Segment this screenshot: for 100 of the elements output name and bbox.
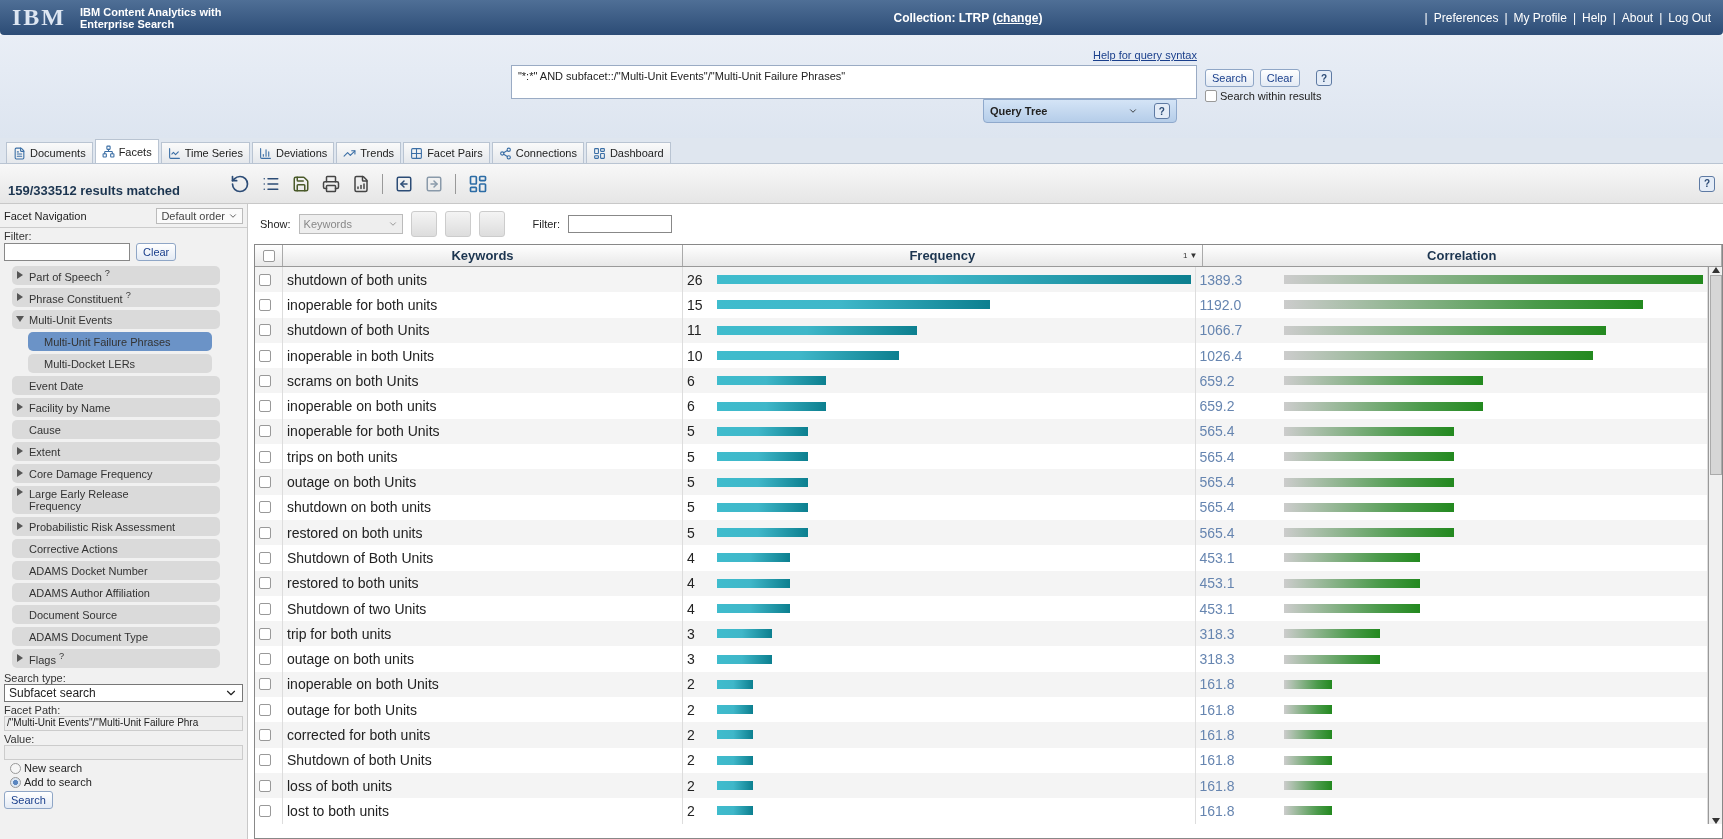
checkbox[interactable] <box>1204 90 1217 102</box>
help-link[interactable]: Help for query syntax <box>1093 49 1197 61</box>
query-tree-panel[interactable]: Query Tree ? <box>982 99 1177 123</box>
frequency-value: 2 <box>687 701 696 718</box>
tab[interactable]: Connections <box>491 142 584 163</box>
correlation-bar <box>1283 705 1333 715</box>
header-link[interactable]: My Profile <box>1513 10 1567 25</box>
facet-item[interactable]: Part of Speech $^{?}$ <box>12 266 220 285</box>
checkbox[interactable] <box>259 804 271 817</box>
header-link[interactable]: Log Out <box>1668 10 1711 25</box>
checkbox[interactable] <box>259 324 271 337</box>
tab[interactable]: Facets <box>94 139 159 163</box>
checkbox[interactable] <box>259 476 271 488</box>
value-field[interactable] <box>4 745 243 760</box>
save-icon[interactable] <box>292 174 310 193</box>
filter-field[interactable] <box>568 215 673 233</box>
checkbox[interactable] <box>259 450 271 463</box>
search-button[interactable]: Search <box>4 791 53 809</box>
checkbox[interactable] <box>259 526 271 539</box>
correlation-value: 318.3 <box>1199 651 1236 668</box>
correlation-bar <box>1283 806 1333 816</box>
search-type-label: Search type: <box>4 672 67 684</box>
tab[interactable]: Documents <box>6 142 93 163</box>
checkbox[interactable] <box>259 551 271 564</box>
facet-item[interactable]: ADAMS Author Affiliation <box>12 583 220 602</box>
zoom-in-button[interactable] <box>410 211 437 237</box>
help-button[interactable]: ? <box>1316 70 1333 86</box>
sort-indicator[interactable]: 1 ▼ <box>1182 251 1198 260</box>
checkbox[interactable] <box>259 298 271 311</box>
checkbox[interactable] <box>262 249 275 262</box>
checkbox[interactable] <box>259 729 271 741</box>
checkbox[interactable] <box>259 703 271 716</box>
undo-icon[interactable] <box>230 173 250 194</box>
facet-item[interactable]: Event Date <box>12 376 220 395</box>
column-header[interactable]: Correlation <box>1427 248 1497 263</box>
facet-item[interactable]: Large Early Release Frequency <box>12 486 220 514</box>
frequency-value: 5 <box>687 474 696 490</box>
checkbox[interactable] <box>259 653 271 666</box>
header-link[interactable]: Help <box>1582 10 1607 25</box>
column-header[interactable]: Keywords <box>451 248 514 263</box>
facet-item[interactable]: Probabilistic Risk Assessment <box>12 517 220 536</box>
correlation-value: 1026.4 <box>1199 347 1244 364</box>
tab[interactable]: Dashboard <box>585 142 671 163</box>
order-select[interactable]: Default order <box>156 207 243 224</box>
facet-item[interactable]: Core Damage Frequency <box>12 464 220 483</box>
frequency-value: 5 <box>687 524 696 541</box>
checkbox[interactable] <box>259 678 271 691</box>
tab[interactable]: Facet Pairs <box>403 142 490 163</box>
checkbox[interactable] <box>259 501 271 514</box>
facet-item[interactable]: Corrective Actions <box>12 539 220 558</box>
facet-item[interactable]: Flags $^{?}$ <box>12 649 220 668</box>
back-icon[interactable] <box>395 174 413 193</box>
facet-item[interactable]: Phrase Constituent $^{?}$ <box>12 288 220 307</box>
comment-button[interactable] <box>478 211 505 237</box>
checkbox[interactable] <box>259 273 271 286</box>
change-link[interactable]: change <box>996 10 1039 25</box>
frequency-bar <box>717 629 772 639</box>
facet-item[interactable]: Extent <box>12 442 220 461</box>
correlation-value: 565.4 <box>1199 499 1236 516</box>
checkbox[interactable] <box>259 627 271 640</box>
radio-button[interactable] <box>10 776 21 788</box>
radio-label: Add to search <box>24 776 92 788</box>
checkbox[interactable] <box>259 400 271 413</box>
clear-button[interactable]: Clear <box>136 243 177 261</box>
column-header[interactable]: Frequency <box>909 248 976 263</box>
help-button[interactable]: ? <box>1153 103 1170 119</box>
scrollbar[interactable] <box>1708 267 1722 824</box>
header-link[interactable]: Preferences <box>1433 10 1499 25</box>
checkbox[interactable] <box>259 374 271 387</box>
tab[interactable]: Trends <box>336 142 402 163</box>
report-icon[interactable] <box>352 174 370 193</box>
help-button[interactable]: ? <box>1699 175 1715 192</box>
facet-item[interactable]: Document Source <box>12 605 220 624</box>
facet-item[interactable]: Cause <box>12 420 220 439</box>
checkbox[interactable] <box>259 577 271 590</box>
search-button[interactable]: Search <box>1204 69 1254 87</box>
filter-field[interactable] <box>4 243 130 261</box>
facet-item[interactable]: Facility by Name <box>12 398 220 417</box>
header-link[interactable]: About <box>1621 10 1654 25</box>
forward-icon[interactable] <box>425 174 443 193</box>
checkbox[interactable] <box>259 349 271 362</box>
zoom-out-button[interactable] <box>444 211 471 237</box>
facet-item[interactable]: Multi-Docket LERs <box>28 354 212 373</box>
scroll-down-icon[interactable] <box>1711 817 1720 824</box>
clear-button[interactable]: Clear <box>1259 69 1301 87</box>
facet-item[interactable]: ADAMS Docket Number <box>12 561 220 580</box>
facet-item[interactable]: ADAMS Document Type <box>12 627 220 646</box>
search-type-select[interactable]: Subfacet search <box>4 684 243 702</box>
printer-icon[interactable] <box>322 174 340 193</box>
query-field[interactable]: "*:*" AND subfacet::/"Multi-Unit Events"/"Multi-Unit Failure Phrases" <box>510 65 1197 99</box>
radio-button[interactable] <box>10 762 21 774</box>
tab[interactable]: Time Series <box>160 142 250 163</box>
checkbox[interactable] <box>259 779 271 792</box>
checkbox[interactable] <box>259 425 271 438</box>
facet-item[interactable]: Multi-Unit Failure Phrases <box>28 332 212 351</box>
checkbox[interactable] <box>259 602 271 615</box>
facet-item[interactable]: Multi-Unit Events <box>12 310 220 329</box>
correlation-bar <box>1283 755 1333 765</box>
checkbox[interactable] <box>259 754 271 767</box>
tab[interactable]: Deviations <box>251 142 335 163</box>
